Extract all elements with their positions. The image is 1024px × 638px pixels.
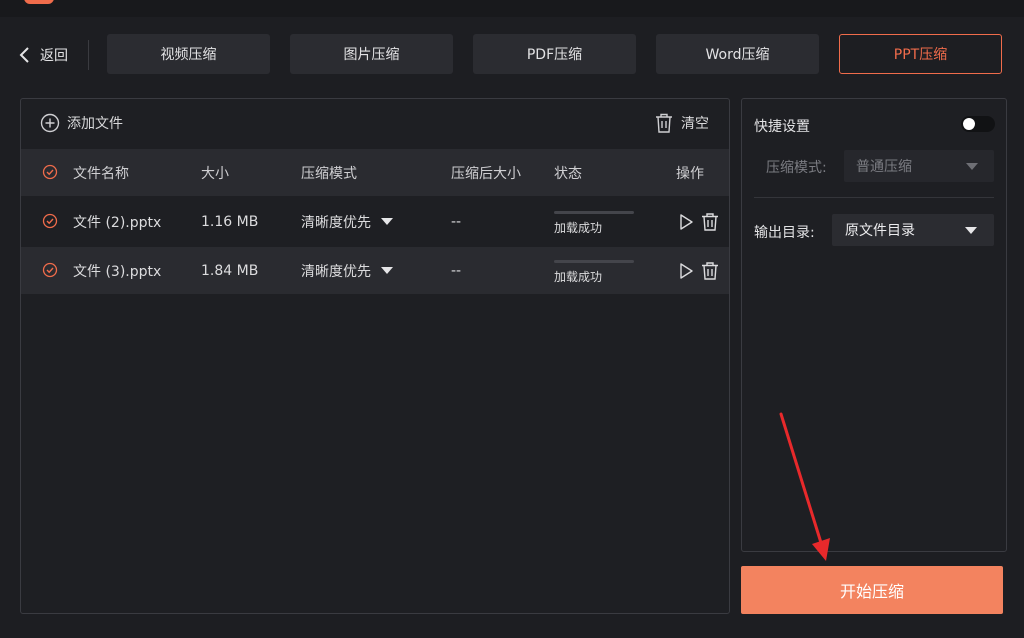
plus-circle-icon <box>40 113 60 133</box>
clear-label: 清空 <box>681 116 709 132</box>
tab-word-compress[interactable]: Word压缩 <box>656 34 819 74</box>
column-header-mode: 压缩模式 <box>301 165 357 182</box>
compress-mode-value: 清晰度优先 <box>301 263 371 280</box>
output-dir-value: 原文件目录 <box>845 223 915 239</box>
quick-settings-label: 快捷设置 <box>754 119 810 135</box>
settings-divider <box>754 197 994 198</box>
caret-down-icon <box>965 227 977 234</box>
file-name: 文件 (2).pptx <box>73 214 162 231</box>
trash-icon <box>656 113 672 133</box>
status-text: 加载成功 <box>554 270 603 284</box>
table-row: 文件 (3).pptx 1.84 MB 清晰度优先 -- 加载成功 <box>21 247 729 294</box>
column-header-compressed-size: 压缩后大小 <box>451 165 521 182</box>
play-icon[interactable] <box>677 213 695 231</box>
file-name: 文件 (3).pptx <box>73 263 162 280</box>
row-actions <box>677 213 719 231</box>
file-size: 1.84 MB <box>201 262 259 279</box>
compressed-size: -- <box>451 262 462 279</box>
status-indicator: 加载成功 <box>554 260 634 285</box>
progress-bar <box>554 211 634 214</box>
file-size: 1.16 MB <box>201 213 259 230</box>
progress-bar <box>554 260 634 263</box>
compress-mode-select[interactable]: 普通压缩 <box>844 150 994 182</box>
column-header-name: 文件名称 <box>73 165 129 182</box>
nav-divider <box>88 40 89 70</box>
row-checkbox[interactable] <box>42 262 58 278</box>
tab-ppt-compress[interactable]: PPT压缩 <box>839 34 1002 74</box>
column-header-actions: 操作 <box>676 165 704 182</box>
compress-mode-select-value: 普通压缩 <box>856 159 912 175</box>
output-dir-label: 输出目录: <box>754 225 815 241</box>
chevron-left-icon <box>19 47 29 63</box>
status-indicator: 加载成功 <box>554 211 634 236</box>
caret-down-icon <box>966 163 978 170</box>
row-actions <box>677 262 719 280</box>
quick-settings-toggle[interactable] <box>961 116 995 132</box>
back-label: 返回 <box>40 48 68 64</box>
delete-icon[interactable] <box>701 262 719 280</box>
compress-mode-dropdown[interactable]: 清晰度优先 <box>301 261 393 281</box>
status-text: 加载成功 <box>554 221 603 235</box>
toggle-knob <box>963 118 975 130</box>
back-button[interactable]: 返回 <box>18 42 68 68</box>
title-bar <box>0 0 1024 17</box>
compress-mode-value: 清晰度优先 <box>301 214 371 231</box>
caret-down-icon <box>381 218 393 225</box>
compress-mode-dropdown[interactable]: 清晰度优先 <box>301 212 393 232</box>
tab-video-compress[interactable]: 视频压缩 <box>107 34 270 74</box>
output-dir-select[interactable]: 原文件目录 <box>832 214 994 246</box>
annotation-arrow-icon <box>779 412 830 561</box>
play-icon[interactable] <box>677 262 695 280</box>
compress-mode-label: 压缩模式: <box>766 160 827 176</box>
tab-pdf-compress[interactable]: PDF压缩 <box>473 34 636 74</box>
start-compress-button[interactable]: 开始压缩 <box>741 566 1003 614</box>
add-file-button[interactable]: 添加文件 <box>40 113 123 133</box>
table-row: 文件 (2).pptx 1.16 MB 清晰度优先 -- 加载成功 <box>21 198 729 245</box>
row-checkbox[interactable] <box>42 213 58 229</box>
column-header-size: 大小 <box>201 165 229 182</box>
delete-icon[interactable] <box>701 213 719 231</box>
column-header-status: 状态 <box>554 165 582 182</box>
table-header: 文件名称 大小 压缩模式 压缩后大小 状态 操作 <box>21 149 729 196</box>
caret-down-icon <box>381 267 393 274</box>
file-list-panel: 添加文件 清空 文件名称 大小 压缩模式 压缩后大小 状态 操作 文件 (2).… <box>20 98 730 614</box>
app-logo <box>24 0 54 4</box>
add-file-label: 添加文件 <box>67 116 123 132</box>
file-toolbar: 添加文件 清空 <box>21 99 729 149</box>
select-all-checkbox[interactable] <box>42 164 58 180</box>
compressed-size: -- <box>451 213 462 230</box>
tab-image-compress[interactable]: 图片压缩 <box>290 34 453 74</box>
clear-button[interactable]: 清空 <box>655 113 709 133</box>
